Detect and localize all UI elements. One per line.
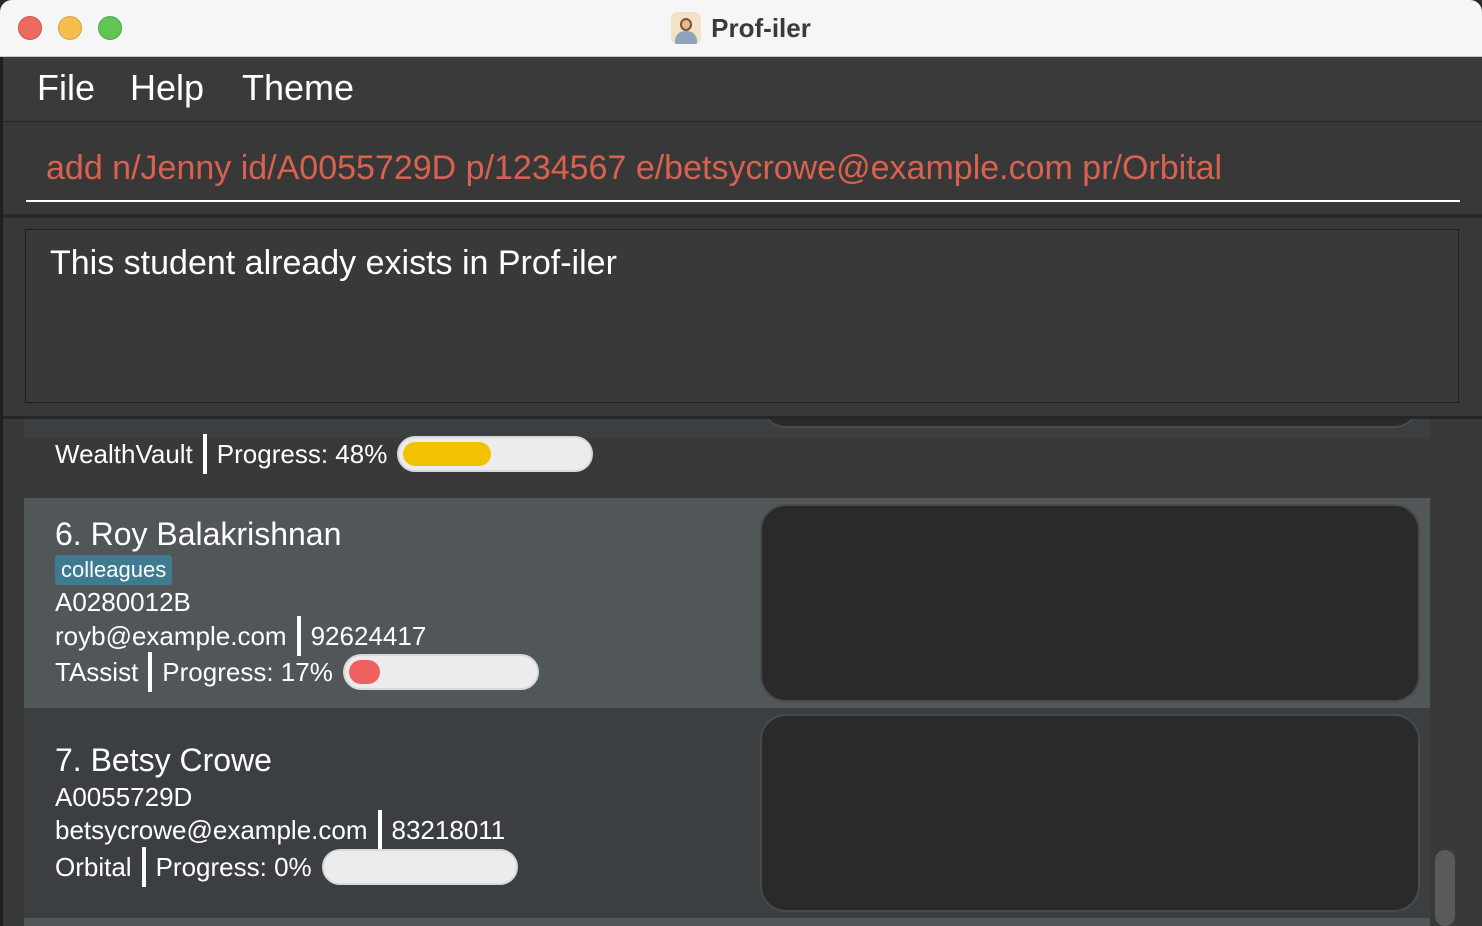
contact-line: betsycrowe@example.com 83218011 <box>55 810 505 850</box>
window-title: Prof-iler <box>0 10 1482 46</box>
menu-help[interactable]: Help <box>130 67 204 109</box>
contact-line: royb@example.com 92624417 <box>55 616 426 656</box>
app-icon <box>671 12 702 44</box>
result-box: This student already exists in Prof-iler <box>25 229 1459 403</box>
student-name: 6. Roy Balakrishnan <box>55 516 342 552</box>
student-name: 7. Betsy Crowe <box>55 742 272 778</box>
project-name: TAssist <box>55 656 139 687</box>
student-id: A0280012B <box>55 587 191 617</box>
progress-bar <box>397 436 594 472</box>
project-progress-line: Orbital Progress: 0% <box>55 847 518 887</box>
notes-box[interactable] <box>760 714 1420 912</box>
result-display: This student already exists in Prof-iler <box>3 218 1482 419</box>
progress-bar <box>321 849 518 885</box>
window-title-text: Prof-iler <box>711 12 811 43</box>
progress-bar <box>342 654 539 690</box>
project-progress-line: WealthVault Progress: 48% <box>55 434 594 474</box>
notes-box[interactable] <box>760 419 1420 428</box>
project-name: Orbital <box>55 851 132 882</box>
command-input[interactable] <box>26 136 1460 202</box>
student-card[interactable] <box>24 918 1430 926</box>
list-scrollbar-thumb[interactable] <box>1435 850 1455 926</box>
separator <box>296 616 301 656</box>
progress-label: Progress: 48% <box>216 438 388 469</box>
project-name: WealthVault <box>55 438 193 469</box>
student-phone: 83218011 <box>391 814 506 845</box>
student-id: A0055729D <box>55 782 193 812</box>
progress-fill <box>348 660 380 684</box>
menu-theme[interactable]: Theme <box>242 67 354 109</box>
student-email: betsycrowe@example.com <box>55 814 368 845</box>
menu-bar: File Help Theme <box>3 57 1482 122</box>
progress-fill <box>403 442 492 466</box>
window-title-bar: Prof-iler <box>0 0 1482 57</box>
student-card[interactable]: WealthVault Progress: 48% <box>24 419 1430 474</box>
separator <box>141 847 146 887</box>
student-tag: colleagues <box>55 555 173 585</box>
progress-label: Progress: 0% <box>155 851 312 882</box>
separator <box>202 434 207 474</box>
progress-label: Progress: 17% <box>162 656 333 687</box>
separator <box>148 652 153 692</box>
separator <box>377 810 382 850</box>
student-card[interactable]: 7. Betsy Crowe A0055729D betsycrowe@exam… <box>24 708 1430 918</box>
menu-file[interactable]: File <box>37 67 95 109</box>
project-progress-line: TAssist Progress: 17% <box>55 652 539 692</box>
student-email: royb@example.com <box>55 620 287 651</box>
student-list[interactable]: WealthVault Progress: 48% 6. Roy Balakri… <box>3 419 1482 926</box>
student-card[interactable]: 6. Roy Balakrishnan colleagues A0280012B… <box>24 498 1430 708</box>
student-phone: 92624417 <box>310 620 427 651</box>
result-message: This student already exists in Prof-iler <box>50 244 617 282</box>
command-box <box>3 122 1482 218</box>
notes-box[interactable] <box>760 504 1420 702</box>
